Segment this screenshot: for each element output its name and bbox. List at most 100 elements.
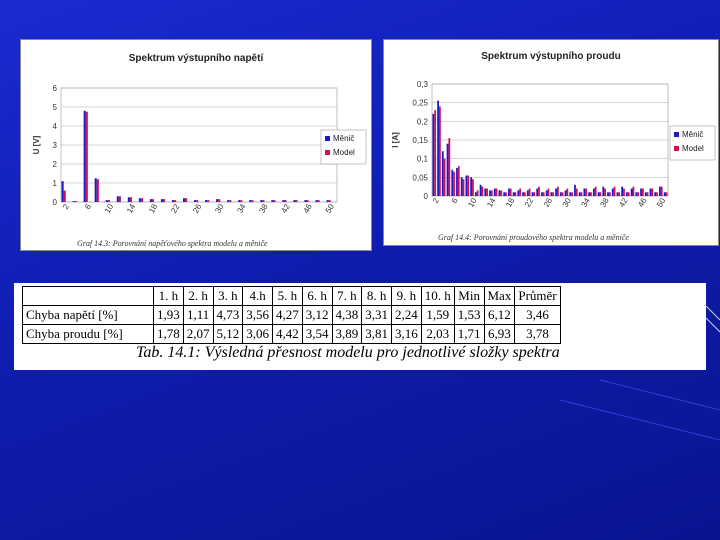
bar-model xyxy=(547,188,550,196)
y-tick-label: 2 xyxy=(53,160,58,169)
bar-menic xyxy=(507,188,510,196)
voltage-chart-caption: Graf 14.3: Porovnání napěťového spektra … xyxy=(77,239,268,248)
bar-menic xyxy=(479,184,482,196)
bar-model xyxy=(284,200,287,202)
y-tick-label: 0,05 xyxy=(412,173,428,182)
bar-menic xyxy=(326,200,329,202)
bar-menic xyxy=(611,188,614,196)
table-header-cell xyxy=(22,286,154,306)
bar-model xyxy=(608,192,611,196)
bar-model xyxy=(575,188,578,196)
table-cell: 6,93 xyxy=(483,324,516,344)
bar-menic xyxy=(451,169,454,196)
bar-model xyxy=(637,192,640,196)
bar-model xyxy=(519,188,522,196)
table-row-header: Chyba napětí [%] xyxy=(22,305,154,325)
x-tick-label: 6 xyxy=(83,202,93,211)
chart-legend: Měnič Model xyxy=(669,125,716,161)
y-tick-label: 0,15 xyxy=(412,136,428,145)
table-cell: 1,93 xyxy=(153,305,184,325)
x-tick-label: 42 xyxy=(280,202,293,215)
bar-model xyxy=(651,188,654,196)
bar-menic xyxy=(83,110,86,202)
table-cell: 4,27 xyxy=(272,305,303,325)
legend-label: Model xyxy=(682,144,704,153)
table-cell: 3,81 xyxy=(361,324,392,344)
bar-menic xyxy=(227,200,230,202)
bar-menic xyxy=(503,192,506,196)
bar-menic xyxy=(437,100,439,196)
bar-model xyxy=(140,198,144,202)
bar-menic xyxy=(470,177,473,196)
bar-model xyxy=(434,110,437,196)
bar-menic xyxy=(493,188,496,196)
x-tick-label: 30 xyxy=(213,202,226,215)
table-cell: 3,89 xyxy=(331,324,363,344)
bar-menic xyxy=(465,175,468,196)
bar-model xyxy=(542,192,545,196)
x-tick-label: 46 xyxy=(302,202,315,215)
bar-model xyxy=(107,200,110,202)
bar-model xyxy=(218,199,221,202)
bar-menic xyxy=(541,192,543,196)
bar-menic xyxy=(182,198,186,202)
bar-model xyxy=(500,190,503,196)
table-cell: 4,73 xyxy=(212,305,244,325)
bar-model xyxy=(96,179,99,202)
bar-menic xyxy=(94,178,97,202)
bar-menic xyxy=(116,196,119,202)
chart-title: Spektrum výstupního napětí xyxy=(129,53,265,64)
bar-model xyxy=(174,200,177,202)
bar-model xyxy=(306,200,309,202)
bar-model xyxy=(453,171,455,196)
bar-menic xyxy=(72,201,75,202)
bar-menic xyxy=(489,190,491,196)
x-tick-label: 14 xyxy=(485,196,498,209)
bar-menic xyxy=(621,186,624,196)
bar-model xyxy=(443,158,446,196)
table-cell: 3,78 xyxy=(514,324,561,344)
voltage-chart-panel: Spektrum výstupního napětí 0 1 2 3 4 5 6 U [V] 2 6… xyxy=(20,39,372,251)
y-tick-label: 0,3 xyxy=(417,80,429,89)
table-cell: 3,54 xyxy=(301,324,333,344)
table-cell: 3,31 xyxy=(361,305,392,325)
x-tick-label: 22 xyxy=(523,196,536,209)
bar-menic xyxy=(654,192,657,196)
bar-menic xyxy=(293,200,296,202)
table-cell: 4,38 xyxy=(331,305,363,325)
legend-swatch xyxy=(325,150,330,155)
bar-model xyxy=(646,192,649,196)
bar-model xyxy=(486,188,488,196)
table-header-cell: 1. h xyxy=(153,286,184,306)
bar-model xyxy=(556,186,559,196)
bar-menic xyxy=(432,113,435,196)
bar-menic xyxy=(597,192,600,196)
table-cell: 1,11 xyxy=(182,305,214,325)
bar-menic xyxy=(578,192,581,196)
bar-menic xyxy=(456,168,458,196)
bar-menic xyxy=(171,200,175,202)
table-row-header: Chyba proudu [%] xyxy=(22,324,154,344)
x-tick-label: 42 xyxy=(617,196,630,209)
bar-model xyxy=(229,200,232,202)
bar-model xyxy=(151,199,155,202)
y-tick-label: 0,25 xyxy=(412,99,428,108)
y-tick-label: 5 xyxy=(53,103,58,112)
bar-model xyxy=(207,200,210,202)
bar-menic xyxy=(474,192,477,196)
table-header-cell: 4.h xyxy=(242,286,273,306)
bar-menic xyxy=(663,192,666,196)
table-row-voltage-error: Chyba napětí [%] 1,93 1,11 4,73 3,56 4,2… xyxy=(22,305,561,325)
bar-model xyxy=(262,200,265,202)
x-tick-label: 34 xyxy=(235,202,248,215)
bar-model xyxy=(438,106,441,196)
bar-model xyxy=(163,199,166,202)
y-tick-label: 3 xyxy=(53,141,58,150)
bar-model xyxy=(528,188,531,196)
x-tick-label: 14 xyxy=(125,202,138,215)
x-tick-label: 50 xyxy=(324,202,337,215)
x-tick-label: 10 xyxy=(103,202,116,215)
bar-model xyxy=(505,192,507,196)
table-cell: 6,12 xyxy=(483,305,516,325)
y-tick-label: 6 xyxy=(53,84,58,93)
